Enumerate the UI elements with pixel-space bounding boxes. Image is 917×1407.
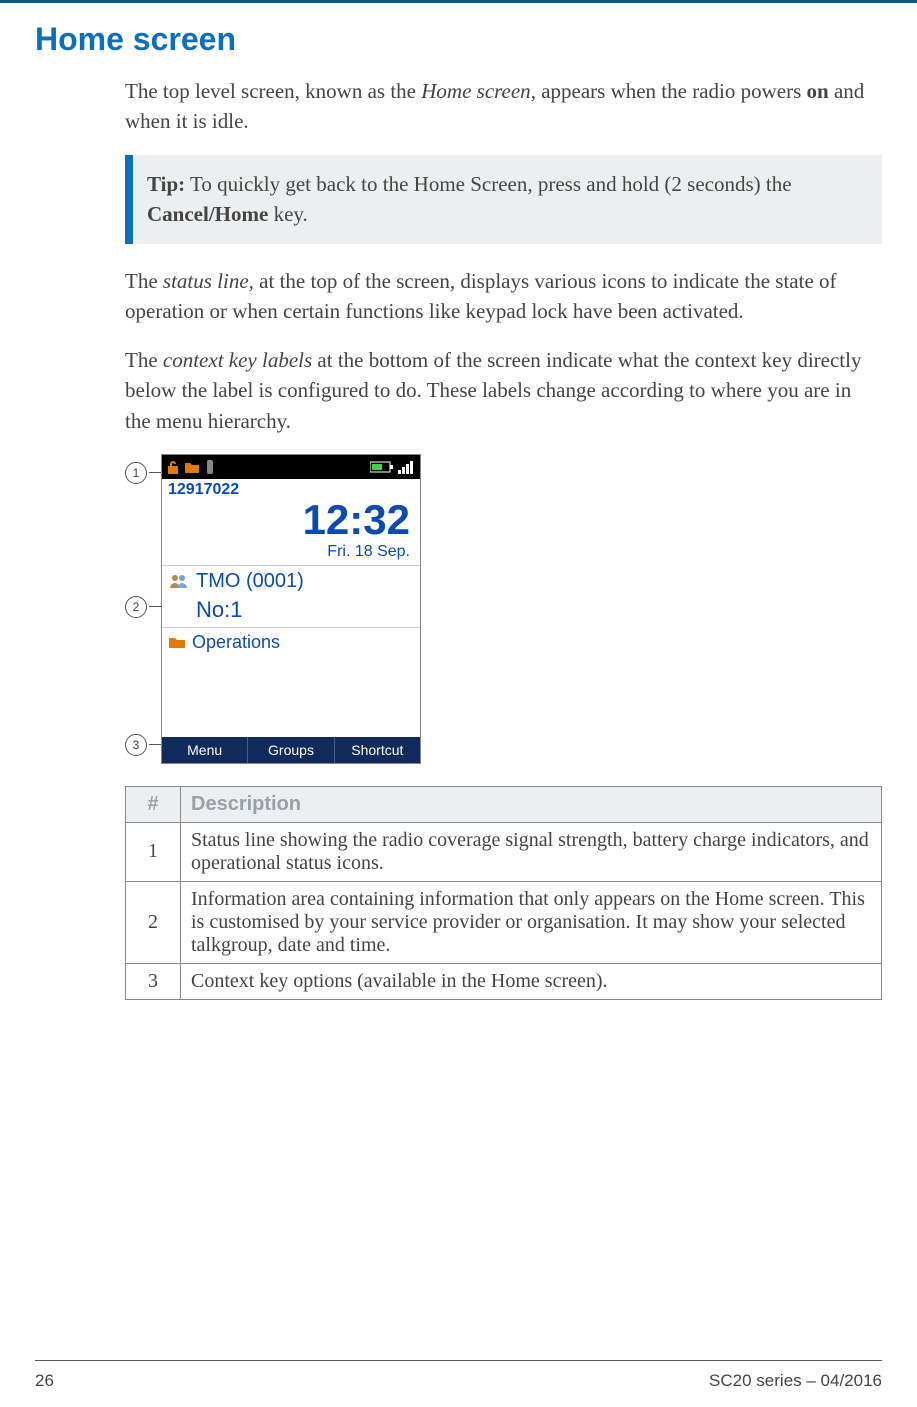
table-header-description: Description (181, 786, 882, 822)
text: The (125, 269, 163, 293)
table-header-number: # (126, 786, 181, 822)
status-icon (204, 460, 216, 474)
table-row: 1 Status line showing the radio coverage… (126, 822, 882, 881)
context-key-menu: Menu (162, 737, 248, 763)
table-row: 3 Context key options (available in the … (126, 963, 882, 999)
talkgroup-name: TMO (0001) (196, 570, 304, 593)
row-description: Status line showing the radio coverage s… (181, 822, 882, 881)
callout-2: 2 (125, 596, 161, 618)
document-id: SC20 series – 04/2016 (709, 1371, 882, 1391)
operations-label: Operations (192, 632, 280, 653)
group-icon (168, 573, 190, 589)
callout-line (149, 472, 161, 473)
status-paragraph: The status line, at the top of the scree… (125, 266, 882, 327)
battery-icon (370, 461, 394, 473)
clock-date: Fri. 18 Sep. (162, 543, 410, 561)
callout-number: 3 (125, 734, 147, 756)
description-table: # Description 1 Status line showing the … (125, 786, 882, 1000)
row-number: 2 (126, 881, 181, 963)
tip-callout: Tip: To quickly get back to the Home Scr… (125, 155, 882, 244)
page-footer: 26 SC20 series – 04/2016 (35, 1360, 882, 1391)
callout-number: 2 (125, 596, 147, 618)
callout-line (149, 606, 161, 607)
callout-1: 1 (125, 462, 161, 484)
row-number: 3 (126, 963, 181, 999)
text-italic: context key labels (163, 348, 312, 372)
text: The top level screen, known as the (125, 79, 421, 103)
text-italic: Home screen (421, 79, 530, 103)
page-title: Home screen (35, 21, 882, 58)
page-number: 26 (35, 1371, 54, 1391)
context-key-bar: Menu Groups Shortcut (162, 737, 420, 763)
operations-line: Operations (162, 627, 420, 657)
folder-icon (184, 460, 200, 474)
figure-callouts: 1 2 3 (125, 454, 161, 764)
talkgroup-number: No:1 (162, 597, 420, 627)
tip-strong: Cancel/Home (147, 202, 268, 226)
text: The (125, 348, 163, 372)
context-key-groups: Groups (248, 737, 334, 763)
phone-screenshot: 12917022 12:32 Fri. 18 Sep. TMO (0001) N… (161, 454, 421, 764)
status-bar (162, 455, 420, 479)
home-screen-figure: 1 2 3 (125, 454, 425, 764)
signal-icon (398, 460, 416, 474)
row-number: 1 (126, 822, 181, 881)
tip-text: To quickly get back to the Home Screen, … (185, 172, 791, 196)
row-description: Context key options (available in the Ho… (181, 963, 882, 999)
callout-number: 1 (125, 462, 147, 484)
tip-text: key. (268, 202, 307, 226)
lock-open-icon (166, 459, 180, 475)
row-description: Information area containing information … (181, 881, 882, 963)
text-bold: on (807, 79, 829, 103)
folder-icon (168, 635, 186, 649)
context-paragraph: The context key labels at the bottom of … (125, 345, 882, 436)
context-key-shortcut: Shortcut (335, 737, 420, 763)
callout-line (149, 744, 161, 745)
tip-label: Tip: (147, 172, 185, 196)
intro-paragraph: The top level screen, known as the Home … (125, 76, 882, 137)
text: , appears when the radio powers (531, 79, 807, 103)
text-italic: status line, (163, 269, 254, 293)
callout-3: 3 (125, 734, 161, 756)
talkgroup-line: TMO (0001) (162, 565, 420, 597)
clock-time: 12:32 (162, 499, 410, 541)
table-row: 2 Information area containing informatio… (126, 881, 882, 963)
